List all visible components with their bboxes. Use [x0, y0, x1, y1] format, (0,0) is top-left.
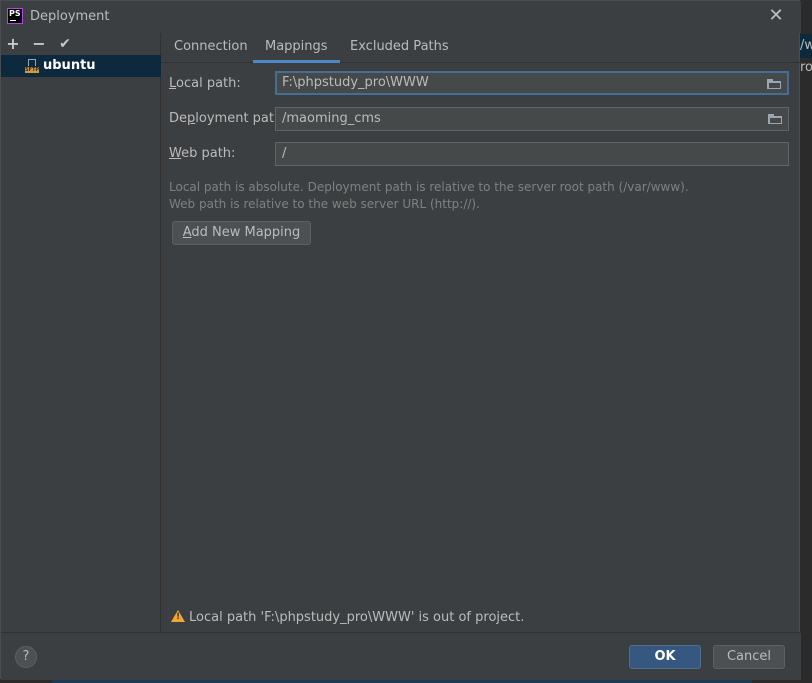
- path-hint-line-1: Local path is absolute. Deployment path …: [169, 180, 689, 194]
- background-text-2: ro: [800, 60, 812, 75]
- warning-message: ! Local path 'F:\phpstudy_pro\WWW' is out…: [171, 610, 524, 625]
- ok-button[interactable]: OK: [629, 645, 701, 669]
- sftp-server-icon: SFTP: [25, 59, 39, 73]
- local-path-input[interactable]: F:\phpstudy_pro\WWW: [275, 71, 789, 95]
- phpstorm-app-icon: PS: [7, 8, 23, 24]
- add-server-icon[interactable]: +: [3, 33, 23, 55]
- server-settings-panel: Connection Mappings Excluded Paths Local…: [162, 33, 800, 632]
- local-path-label: Local path:: [169, 76, 241, 91]
- settings-tabs: Connection Mappings Excluded Paths: [162, 33, 800, 63]
- tab-excluded-paths[interactable]: Excluded Paths: [338, 33, 461, 63]
- deployment-path-value: /maoming_cms: [282, 111, 381, 126]
- deployment-dialog: PS Deployment ✕ + − ✔ SFTP ubuntu Connec…: [0, 0, 801, 680]
- web-path-value: /: [282, 146, 287, 161]
- help-button[interactable]: ?: [15, 646, 37, 668]
- add-new-mapping-button[interactable]: Add New Mapping: [172, 221, 311, 245]
- server-list-panel: + − ✔ SFTP ubuntu: [1, 33, 161, 632]
- close-icon[interactable]: ✕: [765, 5, 787, 27]
- tab-connection[interactable]: Connection: [162, 33, 260, 63]
- server-item-label: ubuntu: [43, 58, 96, 73]
- path-hint-line-2: Web path is relative to the web server U…: [169, 197, 480, 211]
- browse-folder-icon[interactable]: [767, 79, 781, 89]
- local-path-value: F:\phpstudy_pro\WWW: [282, 75, 429, 90]
- web-path-label: Web path:: [169, 146, 236, 161]
- dialog-footer: ? OK Cancel: [1, 632, 801, 680]
- browse-folder-icon[interactable]: [768, 114, 782, 124]
- web-path-input[interactable]: /: [275, 142, 789, 166]
- deployment-path-label: Deployment path:: [169, 111, 287, 126]
- background-window-peek: /w ro: [800, 0, 812, 683]
- warning-text: Local path 'F:\phpstudy_pro\WWW' is out …: [189, 610, 525, 625]
- server-list-toolbar: + − ✔: [1, 33, 161, 55]
- remove-server-icon[interactable]: −: [29, 33, 49, 55]
- tab-mappings[interactable]: Mappings: [253, 33, 340, 63]
- title-bar[interactable]: PS Deployment ✕: [1, 1, 801, 33]
- set-default-check-icon[interactable]: ✔: [55, 33, 75, 55]
- background-text-1: /w: [800, 38, 812, 53]
- server-item-ubuntu[interactable]: SFTP ubuntu: [1, 55, 161, 77]
- warning-icon: !: [171, 610, 185, 622]
- deployment-path-input[interactable]: /maoming_cms: [275, 107, 789, 131]
- window-title: Deployment: [30, 9, 110, 24]
- cancel-button[interactable]: Cancel: [713, 645, 785, 669]
